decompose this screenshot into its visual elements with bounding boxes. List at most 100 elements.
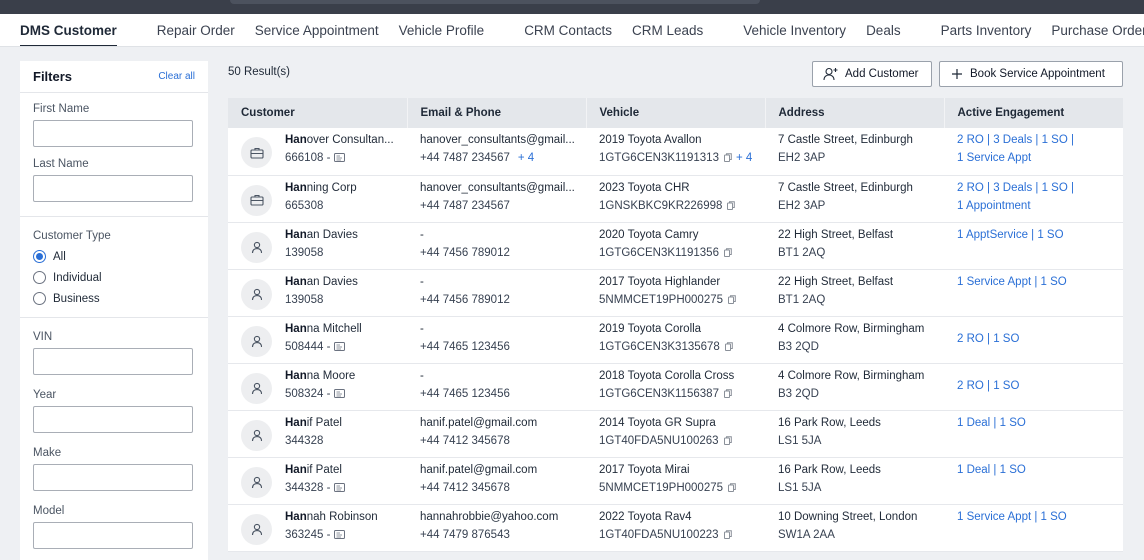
customer-type-business-radio[interactable]: Business — [33, 292, 195, 305]
engagement-links[interactable]: 1 Deal | 1 SO — [957, 464, 1110, 476]
book-service-appointment-button[interactable]: Book Service Appointment — [939, 61, 1123, 87]
filters-header: Filters Clear all — [20, 61, 208, 93]
table-row[interactable]: Hannah Robinson 363245 - hannahrobbie@yah… — [228, 504, 1123, 551]
engagement-links-2[interactable]: 1 Service Appt — [957, 152, 1110, 164]
customer-cell: Hanan Davies 139058 — [228, 269, 407, 316]
column-header-customer[interactable]: Customer — [228, 98, 408, 128]
customer-type-individual-radio[interactable]: Individual — [33, 271, 195, 284]
filters-title: Filters — [33, 69, 73, 84]
table-row[interactable]: Hanif Patel 344328 - hanif.patel@gmail.co… — [228, 457, 1123, 504]
copy-icon[interactable] — [723, 530, 732, 539]
vehicle-cell: 2020 Toyota Camry 1GTG6CEN3K1191356 — [586, 222, 765, 269]
nav-tab-vehicle-profile[interactable]: Vehicle Profile — [389, 14, 495, 46]
customer-name[interactable]: Hanning Corp — [285, 182, 357, 194]
copy-icon[interactable] — [723, 436, 732, 445]
address-line-1: 4 Colmore Row, Birmingham — [778, 369, 925, 382]
id-card-icon — [333, 529, 345, 539]
customer-table: Customer Email & Phone Vehicle Address A… — [228, 98, 1123, 552]
copy-icon[interactable] — [727, 201, 736, 210]
email-text: - — [420, 369, 424, 382]
year-input[interactable] — [33, 406, 193, 433]
copy-icon[interactable] — [723, 248, 732, 257]
first-name-input[interactable] — [33, 120, 193, 147]
make-input[interactable] — [33, 464, 193, 491]
model-input[interactable] — [33, 522, 193, 549]
email-text: - — [420, 228, 424, 241]
customer-name[interactable]: Hanover Consultan... — [285, 134, 394, 146]
engagement-links[interactable]: 2 RO | 1 SO — [957, 380, 1110, 392]
customer-name[interactable]: Hanan Davies — [285, 276, 358, 288]
vehicle-name: 2017 Toyota Mirai — [599, 463, 690, 476]
column-header-email-phone[interactable]: Email & Phone — [407, 98, 587, 128]
column-header-address[interactable]: Address — [765, 98, 945, 128]
engagement-links[interactable]: 2 RO | 3 Deals | 1 SO | — [957, 134, 1110, 146]
address-postcode: SW1A 2AA — [778, 528, 835, 541]
copy-icon[interactable] — [723, 389, 732, 398]
engagement-links[interactable]: 2 RO | 1 SO — [957, 333, 1110, 345]
engagement-links-2[interactable]: 1 Appointment — [957, 200, 1110, 212]
more-phones-link[interactable]: + 4 — [518, 152, 534, 164]
nav-tab-deals[interactable]: Deals — [856, 14, 911, 46]
vehicle-name: 2014 Toyota GR Supra — [599, 416, 716, 429]
engagement-links[interactable]: 1 Deal | 1 SO — [957, 417, 1110, 429]
nav-tab-service-appointment[interactable]: Service Appointment — [245, 14, 389, 46]
vehicle-name: 2019 Toyota Corolla — [599, 322, 702, 335]
address-postcode: LS1 5JA — [778, 481, 822, 494]
customer-name[interactable]: Hanif Patel — [285, 417, 342, 429]
table-row[interactable]: Hanif Patel 344328 hanif.patel@gmail.com +4… — [228, 410, 1123, 457]
table-row[interactable]: Hanover Consultan... 666108 - hanover_con… — [228, 128, 1123, 175]
copy-icon[interactable] — [728, 483, 736, 492]
nav-tab-crm-contacts[interactable]: CRM Contacts — [514, 14, 622, 46]
customer-type-label: Customer Type — [33, 230, 111, 242]
nav-tab-dms-customer[interactable]: DMS Customer — [10, 14, 127, 46]
radio-empty-icon — [33, 271, 46, 284]
customer-name[interactable]: Hannah Robinson — [285, 511, 378, 523]
nav-tab-vehicle-inventory[interactable]: Vehicle Inventory — [733, 14, 856, 46]
person-icon — [251, 429, 262, 441]
window-top-strip — [0, 0, 1144, 14]
engagement-links[interactable]: 1 Service Appt | 1 SO — [957, 511, 1110, 523]
column-header-active-engagement[interactable]: Active Engagement — [944, 98, 1123, 128]
person-icon — [251, 335, 262, 347]
last-name-label: Last Name — [33, 158, 89, 170]
first-name-label: First Name — [33, 103, 90, 115]
vin-text: 1GTG6CEN3K1191313 — [599, 152, 719, 164]
table-row[interactable]: Hanna Moore 508324 - - +44 7465 123456 2018… — [228, 363, 1123, 410]
person-icon — [251, 288, 262, 300]
address-line-1: 4 Colmore Row, Birmingham — [778, 322, 925, 335]
nav-tab-crm-leads[interactable]: CRM Leads — [622, 14, 713, 46]
clear-all-link[interactable]: Clear all — [158, 71, 195, 82]
nav-tab-purchase-order[interactable]: Purchase Order — [1041, 14, 1144, 46]
add-person-icon — [823, 67, 838, 81]
more-vehicles-link[interactable]: + 4 — [736, 152, 752, 164]
id-card-icon — [333, 341, 345, 351]
avatar — [241, 137, 272, 168]
add-customer-button[interactable]: Add Customer — [812, 61, 932, 87]
table-row[interactable]: Hanning Corp 665308 hanover_consultants@gm… — [228, 175, 1123, 222]
customer-id: 139058 — [285, 246, 324, 259]
customer-name[interactable]: Hanif Patel — [285, 464, 345, 476]
engagement-links[interactable]: 2 RO | 3 Deals | 1 SO | — [957, 182, 1110, 194]
customer-name[interactable]: Hanna Mitchell — [285, 323, 362, 335]
customer-id: 665308 — [285, 199, 324, 212]
table-row[interactable]: Hanan Davies 139058 - +44 7456 789012 2017 T… — [228, 269, 1123, 316]
table-row[interactable]: Hanan Davies 139058 - +44 7456 789012 2020 T… — [228, 222, 1123, 269]
engagement-cell: 1 ApptService | 1 SO — [944, 222, 1123, 269]
nav-tab-parts-inventory[interactable]: Parts Inventory — [931, 14, 1042, 46]
top-search-edge — [230, 0, 760, 4]
copy-icon[interactable] — [728, 295, 736, 304]
customer-name[interactable]: Hanna Moore — [285, 370, 355, 382]
customer-name[interactable]: Hanan Davies — [285, 229, 358, 241]
vin-input[interactable] — [33, 348, 193, 375]
engagement-links[interactable]: 1 Service Appt | 1 SO — [957, 276, 1110, 288]
customer-type-all-radio[interactable]: All — [33, 250, 195, 263]
column-header-vehicle[interactable]: Vehicle — [586, 98, 766, 128]
last-name-input[interactable] — [33, 175, 193, 202]
nav-tab-repair-order[interactable]: Repair Order — [147, 14, 245, 46]
customer-id: 139058 — [285, 293, 324, 306]
phone-text: +44 7465 123456 — [420, 340, 510, 353]
table-row[interactable]: Hanna Mitchell 508444 - - +44 7465 123456 2… — [228, 316, 1123, 363]
copy-icon[interactable] — [723, 153, 732, 163]
copy-icon[interactable] — [724, 342, 733, 351]
engagement-links[interactable]: 1 ApptService | 1 SO — [957, 229, 1110, 241]
